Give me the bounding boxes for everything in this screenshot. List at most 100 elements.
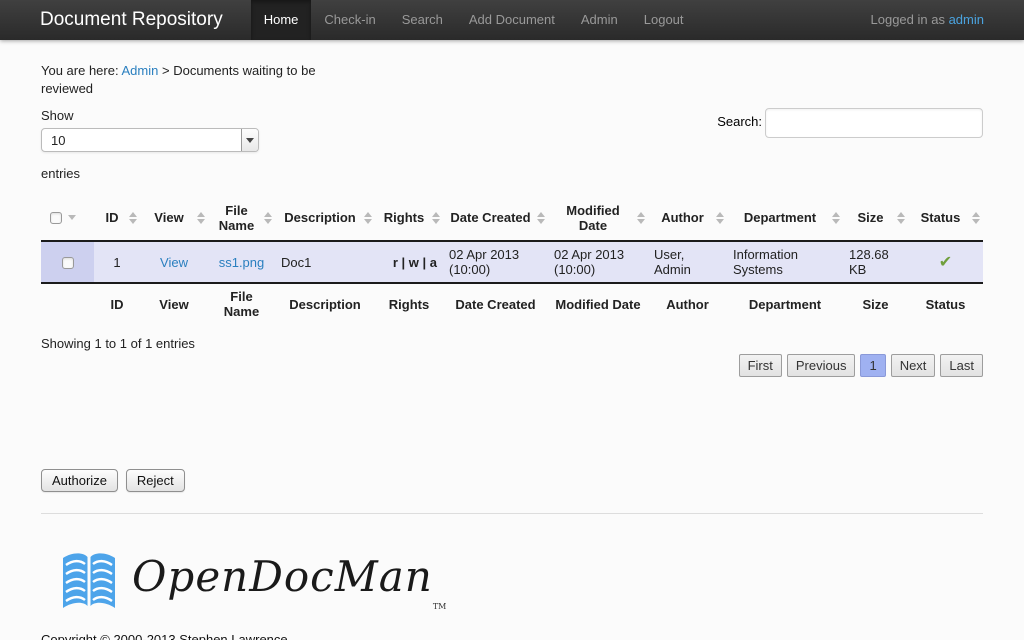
sort-icon[interactable] [432,212,440,224]
row-select-cell [41,241,94,283]
reject-button[interactable]: Reject [126,469,185,492]
nav-logout[interactable]: Logout [631,0,697,40]
documents-table: ID View File Name Description Rights Dat… [41,195,983,324]
cell-date-created: 02 Apr 2013 (10:00) [443,241,548,283]
footer-id: ID [94,283,140,324]
opendocman-logo: OpenDocManTM [60,550,983,612]
search-control: Search: [717,108,983,181]
cell-view: View [140,241,208,283]
nav-search[interactable]: Search [389,0,456,40]
show-entries-control: Show 10 entries [41,108,259,181]
pagination-last-button[interactable]: Last [940,354,983,377]
nav-admin[interactable]: Admin [568,0,631,40]
sort-icon[interactable] [637,212,645,224]
cell-size: 128.68 KB [843,241,908,283]
sort-desc-icon [68,215,76,220]
row-checkbox[interactable] [62,257,74,269]
header-file-name[interactable]: File Name [208,195,275,241]
sort-icon[interactable] [972,212,980,224]
footer-date-created: Date Created [443,283,548,324]
pagination-page-1-button[interactable]: 1 [860,354,885,377]
page-size-value: 10 [42,133,241,148]
cell-modified-date: 02 Apr 2013 (10:00) [548,241,648,283]
cell-department: Information Systems [727,241,843,283]
sort-icon[interactable] [716,212,724,224]
entries-label: entries [41,166,259,181]
table-controls: Show 10 entries Search: [41,108,983,181]
header-id[interactable]: ID [94,195,140,241]
sort-icon[interactable] [264,212,272,224]
bulk-actions: Authorize Reject [41,469,983,492]
cell-file-name: ss1.png [208,241,275,283]
nav-add-document[interactable]: Add Document [456,0,568,40]
select-dropdown-icon[interactable] [241,129,258,151]
footer-view: View [140,283,208,324]
breadcrumb-admin-link[interactable]: Admin [122,63,159,78]
page: Document Repository Home Check-in Search… [0,0,1024,640]
main-nav: Home Check-in Search Add Document Admin … [251,0,697,40]
nav-home[interactable]: Home [251,0,312,40]
logged-in-status: Logged in as admin [871,0,1024,40]
logo-wordmark: OpenDocManTM [132,552,446,611]
header-rights[interactable]: Rights [375,195,443,241]
breadcrumb-separator: > [162,63,170,78]
header-size[interactable]: Size [843,195,908,241]
cell-status: ✔ [908,241,983,283]
pagination-previous-button[interactable]: Previous [787,354,856,377]
table-row: 1 View ss1.png Doc1 r | w | a 02 Apr 201… [41,241,983,283]
sort-icon[interactable] [897,212,905,224]
cell-author: User, Admin [648,241,727,283]
footer-divider [41,513,983,514]
footer-author: Author [648,283,727,324]
header-select-all [41,195,94,241]
cell-id: 1 [94,241,140,283]
sort-icon[interactable] [364,212,372,224]
app-title: Document Repository [0,0,223,40]
show-label: Show [41,108,259,123]
select-all-checkbox[interactable] [50,212,62,224]
breadcrumb-prefix: You are here: [41,63,119,78]
sort-icon[interactable] [197,212,205,224]
navbar: Document Repository Home Check-in Search… [0,0,1024,40]
pagination: First Previous 1 Next Last [41,354,983,377]
header-description[interactable]: Description [275,195,375,241]
header-view[interactable]: View [140,195,208,241]
copyright-text: Copyright © 2000-2013 Stephen Lawrence [41,632,983,640]
username-link[interactable]: admin [949,12,984,27]
header-department[interactable]: Department [727,195,843,241]
status-approved-check-icon: ✔ [939,254,952,271]
footer-description: Description [275,283,375,324]
file-name-link[interactable]: ss1.png [219,255,265,270]
search-label: Search: [717,114,762,129]
authorize-button[interactable]: Authorize [41,469,118,492]
footer-department: Department [727,283,843,324]
pagination-next-button[interactable]: Next [891,354,936,377]
header-author[interactable]: Author [648,195,727,241]
footer-file-name: File Name [208,283,275,324]
footer-empty-cell [41,283,94,324]
sort-icon[interactable] [537,212,545,224]
breadcrumb: You are here: Admin > Documents waiting … [41,62,341,98]
search-input[interactable] [765,108,983,138]
table-header-row: ID View File Name Description Rights Dat… [41,195,983,241]
view-link[interactable]: View [160,255,188,270]
cell-description: Doc1 [275,241,375,283]
sort-icon[interactable] [832,212,840,224]
table-footer-row: ID View File Name Description Rights Dat… [41,283,983,324]
page-size-select[interactable]: 10 [41,128,259,152]
logged-in-prefix: Logged in as [871,12,945,27]
footer-modified-date: Modified Date [548,283,648,324]
nav-check-in[interactable]: Check-in [311,0,388,40]
open-book-icon [60,550,118,612]
header-modified-date[interactable]: Modified Date [548,195,648,241]
pagination-first-button[interactable]: First [739,354,782,377]
footer-status: Status [908,283,983,324]
header-status[interactable]: Status [908,195,983,241]
content: You are here: Admin > Documents waiting … [0,40,1024,640]
sort-icon[interactable] [129,212,137,224]
header-date-created[interactable]: Date Created [443,195,548,241]
trademark-symbol: TM [433,602,447,611]
footer-rights: Rights [375,283,443,324]
footer-size: Size [843,283,908,324]
cell-rights: r | w | a [375,241,443,283]
